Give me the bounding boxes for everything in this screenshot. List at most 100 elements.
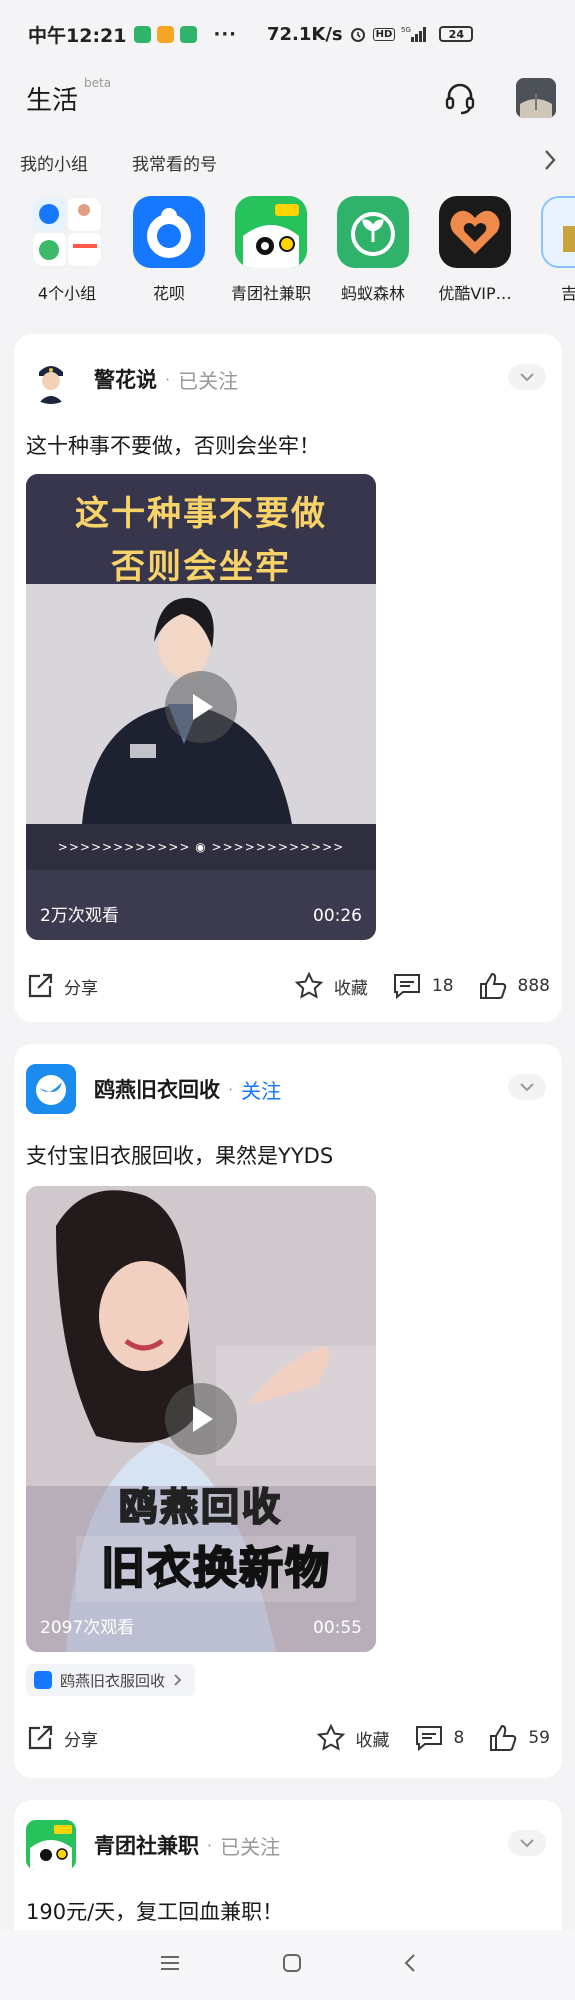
favorite-button[interactable]: 收藏 [294,971,368,1001]
favorite-label: 收藏 [333,978,368,999]
hd-icon: HD [372,27,396,41]
youku-vip-icon [439,196,511,268]
share-icon [28,1725,53,1750]
beta-badge: beta [84,76,112,90]
chevron-right-icon [174,1674,182,1686]
post-header: 鸥燕旧衣回收 · 关注 [26,1062,550,1116]
app-label: 4个小组 [37,284,97,303]
orange-app-icon [157,25,175,43]
share-button[interactable]: 分享 [26,972,98,1000]
video-thumbnail[interactable]: 这十种事不要做 否则会坐牢 >>>>>>>>>>>> ◉ >>>>>>>>>>>… [26,474,376,940]
menu-icon[interactable] [159,1954,181,1976]
like-button[interactable]: 59 [488,1723,550,1753]
status-time: 中午12:21 [28,24,127,47]
app-label: 优酷VIP… [438,284,512,303]
app-label: 吉吉 [560,284,575,303]
net-speed: 72.1K/s [267,23,343,45]
app-label: 青团社兼职 [230,284,311,303]
author-name[interactable]: 青团社兼职 [94,1830,199,1860]
qingtuanshe-icon [235,196,307,268]
user-avatar[interactable] [516,78,556,118]
author-name[interactable]: 警花说 [94,364,157,394]
separator-dot: · [207,1835,213,1855]
star-icon [316,1723,345,1751]
post-text[interactable]: 这十种事不要做，否则会坐牢！ [26,430,320,460]
thumbs-up-icon [479,972,506,999]
post-text[interactable]: 支付宝旧衣服回收，果然是YYDS [26,1140,333,1170]
video-thumbnail[interactable]: 鸥燕回收 旧衣换新物 2097次观看 00:55 [26,1186,376,1652]
video-caption-line2: 旧衣换新物 [76,1536,356,1602]
favorite-label: 收藏 [355,1730,390,1751]
share-icon [28,973,53,998]
signal-icon: 5G [401,26,427,42]
app-item-huabei[interactable]: 花呗 [118,196,220,316]
favorite-button[interactable]: 收藏 [316,1723,390,1753]
follow-button[interactable]: 关注 [241,1075,281,1104]
comment-count: 8 [453,1728,465,1748]
share-button[interactable]: 分享 [26,1724,98,1752]
video-title-line1: 这十种事不要做 [75,494,327,534]
alarm-icon [350,28,365,42]
chevron-right-icon[interactable] [543,148,557,177]
app-label: 花呗 [152,284,185,303]
play-button[interactable] [165,1383,237,1455]
home-icon[interactable] [281,1952,303,1978]
section-tabs: 我的小组 我常看的号 [0,140,575,184]
video-footer-strip: >>>>>>>>>>>> ◉ >>>>>>>>>>>> [26,824,376,870]
like-count: 888 [517,976,550,996]
play-button[interactable] [165,671,237,743]
tab-my-groups[interactable]: 我的小组 [20,150,88,175]
like-count: 59 [528,1728,550,1748]
comment-button[interactable]: 18 [392,971,454,1001]
tab-frequently-viewed[interactable]: 我常看的号 [132,150,217,175]
app-item-qingtuanshe[interactable]: 青团社兼职 [220,196,322,316]
app-item-youku-vip[interactable]: 优酷VIP… [424,196,526,316]
share-label: 分享 [64,978,98,999]
post-header: 青团社兼职 · 已关注 [26,1818,550,1872]
follow-status: 已关注 [178,368,239,393]
more-notifications-icon: ··· [213,23,237,45]
video-title-line2: 否则会坐牢 [111,547,291,587]
frequent-apps-row: 4个小组 花呗 青团社兼职 蚂蚁森林 优酷VIP… 吉吉 [0,196,575,316]
video-duration: 00:55 [313,1618,362,1638]
video-duration: 00:26 [313,906,362,926]
shield-app-icon-2 [180,25,198,43]
view-count: 2097次观看 [40,1618,135,1638]
video-title-banner: 这十种事不要做 否则会坐牢 [26,474,376,587]
app-item-ant-forest[interactable]: 蚂蚁森林 [322,196,424,316]
chevron-down-icon[interactable] [508,1830,546,1856]
huabei-icon [133,196,205,268]
thumbs-up-icon [490,1724,517,1751]
avatar[interactable] [26,354,76,404]
post-card[interactable]: 鸥燕旧衣回收 · 关注 支付宝旧衣服回收，果然是YYDS 鸥燕回收 旧衣换新物 … [14,1044,562,1778]
groups-collage-icon [31,196,103,268]
comment-icon [393,974,420,1000]
view-count: 2万次观看 [40,906,119,926]
post-text[interactable]: 190元/天，复工回血兼职！ [26,1896,283,1926]
avatar[interactable] [26,1820,76,1870]
mini-program-label: 鸥燕旧衣服回收 [60,1671,166,1690]
post-actions: 分享 收藏 18 888 [26,966,550,1006]
app-item-groups[interactable]: 4个小组 [16,196,118,316]
post-header: 警花说 · 已关注 [26,352,550,406]
post-actions: 分享 收藏 8 59 [26,1718,550,1758]
chevron-down-icon[interactable] [508,1074,546,1100]
app-item-partial[interactable]: 吉吉 [526,196,575,316]
mini-program-tag[interactable]: 鸥燕旧衣服回收 [26,1664,196,1696]
chevron-down-icon[interactable] [508,364,546,390]
separator-dot: · [228,1079,234,1099]
battery-indicator: 24 [439,26,474,42]
post-card[interactable]: 警花说 · 已关注 这十种事不要做，否则会坐牢！ 这十种事不要做 否则会坐牢 >… [14,334,562,1022]
app-header: 生活 beta [0,68,575,128]
partial-app-icon [541,196,575,268]
status-bar: 中午12:21 ··· 72.1K/s HD 5G 24 [0,0,575,68]
back-icon[interactable] [403,1952,417,1978]
shield-app-icon [134,25,152,43]
avatar[interactable] [26,1064,76,1114]
comment-button[interactable]: 8 [414,1723,465,1753]
video-caption-line1: 鸥燕回收 [118,1484,283,1530]
author-name[interactable]: 鸥燕旧衣回收 [94,1074,220,1104]
mini-program-icon [34,1671,52,1689]
like-button[interactable]: 888 [478,971,550,1001]
customer-service-icon[interactable] [440,78,480,122]
